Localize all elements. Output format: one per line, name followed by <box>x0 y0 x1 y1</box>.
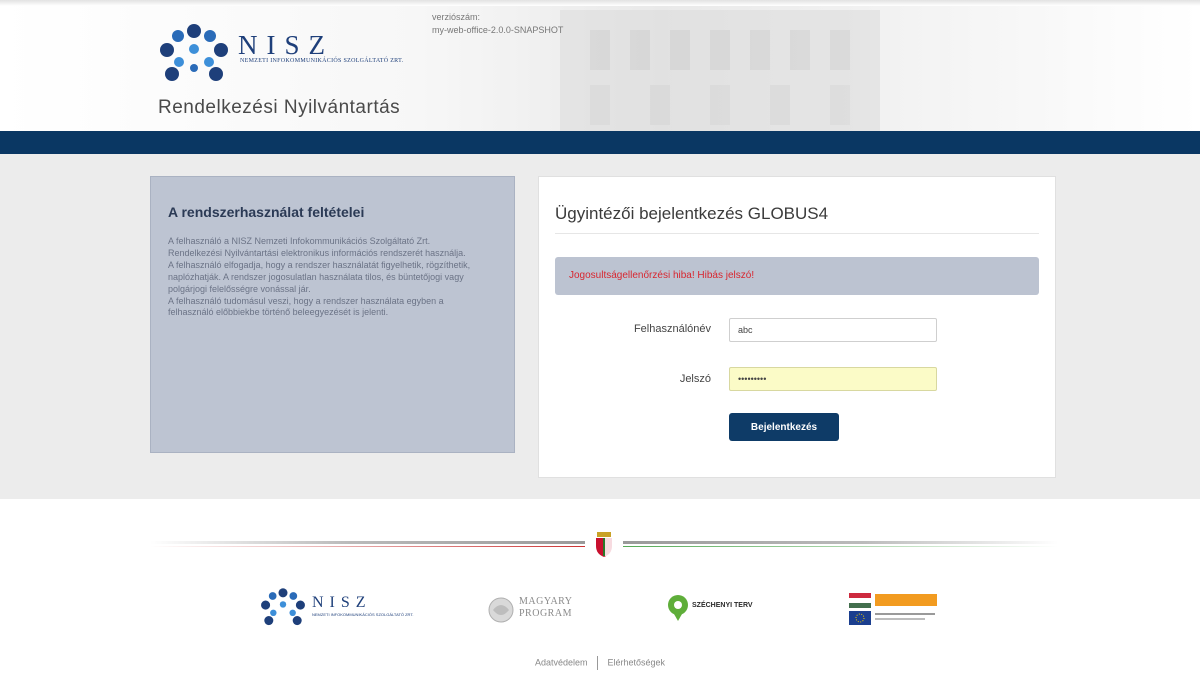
magyary-line-2: PROGRAM <box>519 608 572 619</box>
footer-divider-left <box>150 541 585 544</box>
username-input[interactable] <box>729 318 937 342</box>
magyary-program-icon <box>488 597 514 623</box>
app-title: Rendelkezési Nyilvántartás <box>158 97 401 118</box>
error-alert: Jogosultságellenőrzési hiba! Hibás jelsz… <box>555 257 1039 295</box>
terms-panel: A rendszerhasználat feltételei A felhasz… <box>150 176 515 453</box>
coat-of-arms-icon <box>596 532 612 557</box>
footer-nisz-logo-icon <box>261 588 305 626</box>
version-label: verziószám: <box>432 12 481 22</box>
szechenyi-terv-icon <box>668 595 688 621</box>
magyary-program-text: MAGYARY PROGRAM <box>519 596 573 620</box>
login-title: Ügyintézői bejelentkezés GLOBUS4 <box>555 204 829 223</box>
nisz-logo-icon <box>160 24 228 81</box>
footer-divider-left-accent <box>150 546 585 547</box>
version-value: my-web-office-2.0.0-SNAPSHOT <box>432 25 564 35</box>
error-message: Jogosultságellenőrzési hiba! Hibás jelsz… <box>569 270 755 281</box>
login-button[interactable]: Bejelentkezés <box>729 413 839 441</box>
page-header: NISZ NEMZETI INFOKOMMUNIKÁCIÓS SZOLGÁLTA… <box>0 0 1200 131</box>
navbar <box>0 131 1200 154</box>
terms-text: A felhasználó a NISZ Nemzeti Infokommuni… <box>168 236 486 319</box>
szechenyi-terv-text: SZÉCHENYI TERV <box>692 602 753 609</box>
terms-paragraph: A felhasználó tudomásul veszi, hogy a re… <box>168 295 444 318</box>
footer-link-contacts[interactable]: Elérhetőségek <box>608 657 666 667</box>
header-building-image <box>560 10 880 131</box>
username-label: Felhasználónév <box>633 323 711 335</box>
footer-divider-right-accent <box>623 546 1058 547</box>
login-panel: Ügyintézői bejelentkezés GLOBUS4 Jogosul… <box>538 176 1056 478</box>
footer-nisz-title: NISZ <box>312 594 372 611</box>
footer-nisz-subtitle: NEMZETI INFOKOMMUNIKÁCIÓS SZOLGÁLTATÓ ZR… <box>312 612 414 617</box>
terms-paragraph: A felhasználó a NISZ Nemzeti Infokommuni… <box>168 236 466 258</box>
terms-heading: A rendszerhasználat feltételei <box>168 204 365 220</box>
footer-link-privacy[interactable]: Adatvédelem <box>535 657 588 667</box>
logo-subtitle: NEMZETI INFOKOMMUNIKÁCIÓS SZOLGÁLTATÓ ZR… <box>240 58 404 64</box>
login-divider <box>555 233 1039 234</box>
password-label: Jelszó <box>679 373 711 385</box>
footer-link-separator <box>597 656 598 670</box>
magyary-line-1: MAGYARY <box>519 596 573 607</box>
footer-divider-right <box>623 541 1058 544</box>
eu-funding-logo-icon <box>849 593 937 625</box>
terms-paragraph: A felhasználó elfogadja, hogy a rendszer… <box>168 259 471 294</box>
password-input[interactable] <box>729 367 937 391</box>
footer-links: Adatvédelem Elérhetőségek <box>0 656 1200 670</box>
